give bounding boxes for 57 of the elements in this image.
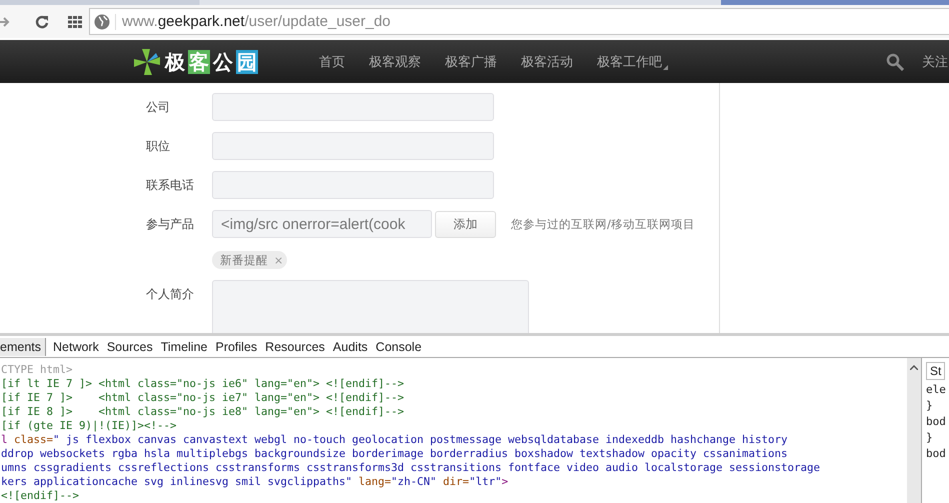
code-line: <![endif]--> (1, 489, 80, 503)
code-line: CTYPE html> (1, 363, 74, 377)
field-label: 公司 (146, 99, 171, 116)
style-rule-text: bod (925, 447, 946, 460)
styles-tab[interactable]: St (926, 362, 946, 380)
nav-link[interactable]: 极客工作吧 (597, 52, 668, 70)
search-icon[interactable] (886, 52, 904, 70)
hint-text: 您参与过的互联网/移动互联网项目 (511, 216, 695, 232)
globe-icon[interactable] (94, 14, 116, 30)
style-rule-text: ele (925, 383, 946, 396)
style-rule-text: } (925, 399, 933, 412)
nav-link[interactable]: 极客观察 (369, 52, 421, 70)
devtools-tab[interactable]: Sources (102, 338, 157, 356)
caret-icon[interactable] (663, 64, 668, 70)
input-field[interactable] (212, 93, 494, 121)
logo-character: 极 (164, 50, 186, 74)
code-line: [if IE 7 ]> <html class="no-js ie7" lang="en"> <![endif]--> (1, 391, 406, 405)
code-line: [if (gte IE 9)|!(IE)]><!--> (1, 419, 178, 433)
address-bar[interactable]: www.geekpark.net/user/update_user_do (89, 8, 949, 35)
logo-character: 客 (188, 50, 210, 74)
devtools-tab[interactable]: ements (0, 338, 46, 356)
code-line: kers applicationcache svg inlinesvg smil svgclippaths" lang="zh-CN" dir="ltr"> (1, 475, 510, 489)
apps-grid-icon[interactable] (68, 16, 82, 28)
code-line: [if lt IE 7 ]> <html class="no-js ie6" lang="en"> <![endif]--> (1, 377, 406, 391)
add-button[interactable]: 添加 (435, 210, 496, 238)
nav-link[interactable]: 极客广播 (445, 52, 497, 70)
tag-label: 新番提醒 (220, 252, 268, 268)
logo-character: 公 (212, 50, 234, 74)
field-label: 参与产品 (146, 216, 195, 233)
input-field[interactable]: <img/src onerror=alert(cook (212, 210, 432, 238)
pinwheel-logo-icon (132, 46, 162, 76)
input-field[interactable] (212, 171, 494, 199)
devtools-tab[interactable]: Resources (261, 338, 329, 356)
nav-link[interactable]: 首页 (319, 52, 345, 70)
field-label: 联系电话 (146, 177, 195, 194)
code-line: umns cssgradients cssreflections csstransforms csstransforms3d csstransitions fontface video audio localstorage sessionstorage (1, 461, 822, 475)
devtools-tab[interactable]: Audits (328, 338, 372, 356)
code-line: l class=" js flexbox canvas canvastext webgl no-touch geolocation postmessage websqldatabase indexeddb hashchange history (1, 433, 789, 447)
url-text: www.geekpark.net/user/update_user_do (122, 13, 391, 30)
code-line: ddrop websockets rgba hsla multiplebgs backgroundsize borderimage borderradius boxshadow textshadow opacity cssanimations (1, 447, 789, 461)
devtools-tab[interactable]: Console (372, 338, 426, 356)
scroll-up-icon[interactable] (910, 365, 918, 370)
style-rule-text: } (925, 431, 933, 444)
field-label: 职位 (146, 138, 171, 155)
style-rule-text: bod (925, 415, 946, 428)
devtools-tab[interactable]: Profiles (211, 338, 262, 356)
nav-link[interactable]: 关注 (922, 52, 948, 70)
code-line: [if IE 8 ]> <html class="no-js ie8" lang="en"> <![endif]--> (1, 405, 406, 419)
reload-icon[interactable] (35, 14, 49, 28)
nav-link[interactable]: 极客活动 (521, 52, 573, 70)
field-label: 个人简介 (146, 286, 195, 303)
input-field[interactable] (212, 132, 494, 160)
devtools-tab[interactable]: Timeline (156, 338, 212, 356)
devtools-tab[interactable]: Network (49, 338, 103, 356)
logo-character: 园 (236, 50, 258, 74)
forward-arrow-icon[interactable] (0, 16, 10, 28)
scrollbar[interactable] (907, 358, 921, 503)
